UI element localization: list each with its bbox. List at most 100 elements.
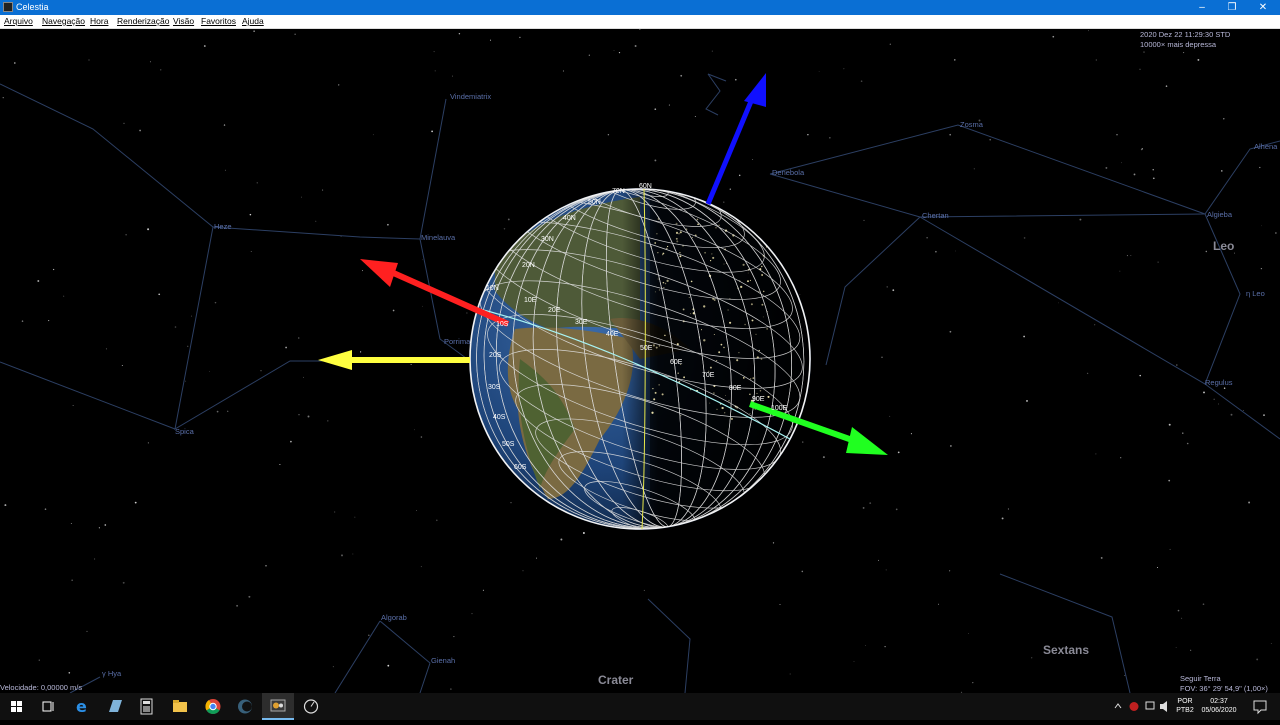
- star-dot: [654, 108, 657, 111]
- render-viewport[interactable]: 70N 60N 50N 40N 30N 20N 10N 10S 20S 30S …: [0, 29, 1280, 693]
- star-dot: [279, 463, 281, 466]
- taskbar-app-circle[interactable]: [295, 693, 327, 720]
- star-dot: [52, 268, 55, 271]
- city-light: [658, 289, 661, 291]
- star-label-spica[interactable]: Spica: [175, 427, 194, 436]
- taskbar-app-blue[interactable]: [99, 693, 131, 720]
- city-light: [704, 387, 706, 389]
- network-icon: [1145, 701, 1155, 710]
- taskbar-celestia[interactable]: [262, 693, 294, 720]
- star-dot: [1202, 603, 1205, 606]
- star-dot: [249, 213, 252, 216]
- star-dot: [123, 122, 125, 125]
- star-label-alhena[interactable]: Alhena: [1254, 142, 1277, 151]
- system-tray-icons[interactable]: [1110, 693, 1180, 720]
- window-title: Celestia: [16, 2, 49, 12]
- star-dot: [1023, 335, 1025, 338]
- star-label-minelauva[interactable]: Minelauva: [421, 233, 455, 242]
- star-dot: [654, 159, 657, 162]
- star-dot: [1223, 118, 1225, 120]
- svg-text:e: e: [76, 697, 87, 716]
- star-dot: [332, 666, 334, 668]
- city-light: [723, 263, 725, 265]
- star-dot: [1156, 566, 1159, 569]
- lat-label: 10N: [486, 285, 499, 292]
- star-dot: [613, 49, 615, 51]
- menu-navegacao[interactable]: Navegação: [42, 15, 85, 28]
- lon-label: 80E: [729, 385, 742, 392]
- menu-renderizacao[interactable]: Renderização: [117, 15, 169, 28]
- clock[interactable]: 02:37 05/06/2020: [1198, 697, 1240, 715]
- lon-label: 100E: [771, 405, 788, 412]
- close-icon[interactable]: ✕: [1248, 0, 1278, 15]
- star-label-gamma-hya[interactable]: γ Hya: [102, 669, 121, 678]
- restore-icon[interactable]: ❐: [1217, 0, 1247, 15]
- star-dot: [216, 410, 219, 413]
- star-dot: [949, 330, 952, 333]
- taskbar-calculator[interactable]: [131, 693, 163, 720]
- city-light: [677, 372, 680, 375]
- menu-hora[interactable]: Hora: [90, 15, 108, 28]
- notification-icon[interactable]: [1248, 693, 1272, 720]
- lon-label: 10E: [524, 297, 537, 304]
- star-dot: [420, 436, 423, 438]
- star-dot: [668, 104, 670, 106]
- menu-ajuda[interactable]: Ajuda: [242, 15, 264, 28]
- star-label-regulus[interactable]: Regulus: [1205, 378, 1233, 387]
- star-dot: [1143, 51, 1145, 53]
- minimize-icon[interactable]: –: [1187, 0, 1217, 15]
- city-light: [700, 329, 703, 331]
- star-dot: [1126, 255, 1128, 257]
- menu-arquivo[interactable]: Arquivo: [4, 15, 33, 28]
- sun-direction-arrowhead: [318, 350, 352, 370]
- star-dot: [954, 250, 956, 252]
- lon-label: 70E: [702, 372, 715, 379]
- star-label-eta-leo[interactable]: η Leo: [1246, 289, 1265, 298]
- city-light: [725, 395, 726, 396]
- star-label-porrima[interactable]: Porrima: [444, 337, 470, 346]
- star-dot: [253, 30, 255, 32]
- star-label-algorab[interactable]: Algorab: [381, 613, 407, 622]
- star-dot: [989, 138, 991, 141]
- city-light: [742, 377, 745, 379]
- task-view-button[interactable]: [32, 693, 64, 720]
- star-dot: [895, 508, 898, 511]
- star-label-chertan[interactable]: Chertan: [922, 211, 949, 220]
- star-dot: [303, 376, 305, 378]
- folder-icon: [173, 700, 187, 712]
- taskbar-chrome[interactable]: [197, 693, 229, 720]
- star-dot: [588, 54, 590, 56]
- star-dot: [1275, 232, 1277, 234]
- star-label-vindemiatrix[interactable]: Vindemiatrix: [450, 92, 491, 101]
- star-dot: [910, 433, 912, 435]
- star-label-heze[interactable]: Heze: [214, 222, 232, 231]
- star-dot: [618, 52, 621, 54]
- city-light: [662, 252, 665, 255]
- menu-favoritos[interactable]: Favoritos: [201, 15, 236, 28]
- city-light: [680, 415, 682, 417]
- menu-visao[interactable]: Visão: [173, 15, 194, 28]
- star-label-algieba[interactable]: Algieba: [1207, 210, 1232, 219]
- taskbar-app-dark[interactable]: [229, 693, 261, 720]
- city-light: [762, 316, 764, 318]
- star-label-denebola[interactable]: Denebola: [772, 168, 804, 177]
- city-light: [750, 378, 752, 380]
- city-light: [664, 334, 666, 337]
- taskbar-edge[interactable]: e: [66, 693, 98, 720]
- city-light: [703, 339, 706, 342]
- star-dot: [489, 39, 492, 41]
- star-label-gienah[interactable]: Gienah: [431, 656, 455, 665]
- star-dot: [13, 62, 16, 64]
- taskbar-file-explorer[interactable]: [164, 693, 196, 720]
- star-dot: [1261, 225, 1263, 227]
- star-label-zosma[interactable]: Zosma: [960, 120, 983, 129]
- star-dot: [94, 558, 96, 560]
- hud-fov: FOV: 36° 29' 54,9" (1,00×): [1180, 684, 1268, 693]
- language-indicator[interactable]: POR PTB2: [1174, 697, 1196, 715]
- window-title-bar[interactable]: Celestia – ❐ ✕: [0, 0, 1280, 15]
- city-light: [654, 391, 657, 394]
- star-dot: [1242, 410, 1244, 411]
- start-button[interactable]: [0, 693, 32, 720]
- star-dot: [892, 289, 895, 292]
- edge-icon: e: [76, 697, 87, 716]
